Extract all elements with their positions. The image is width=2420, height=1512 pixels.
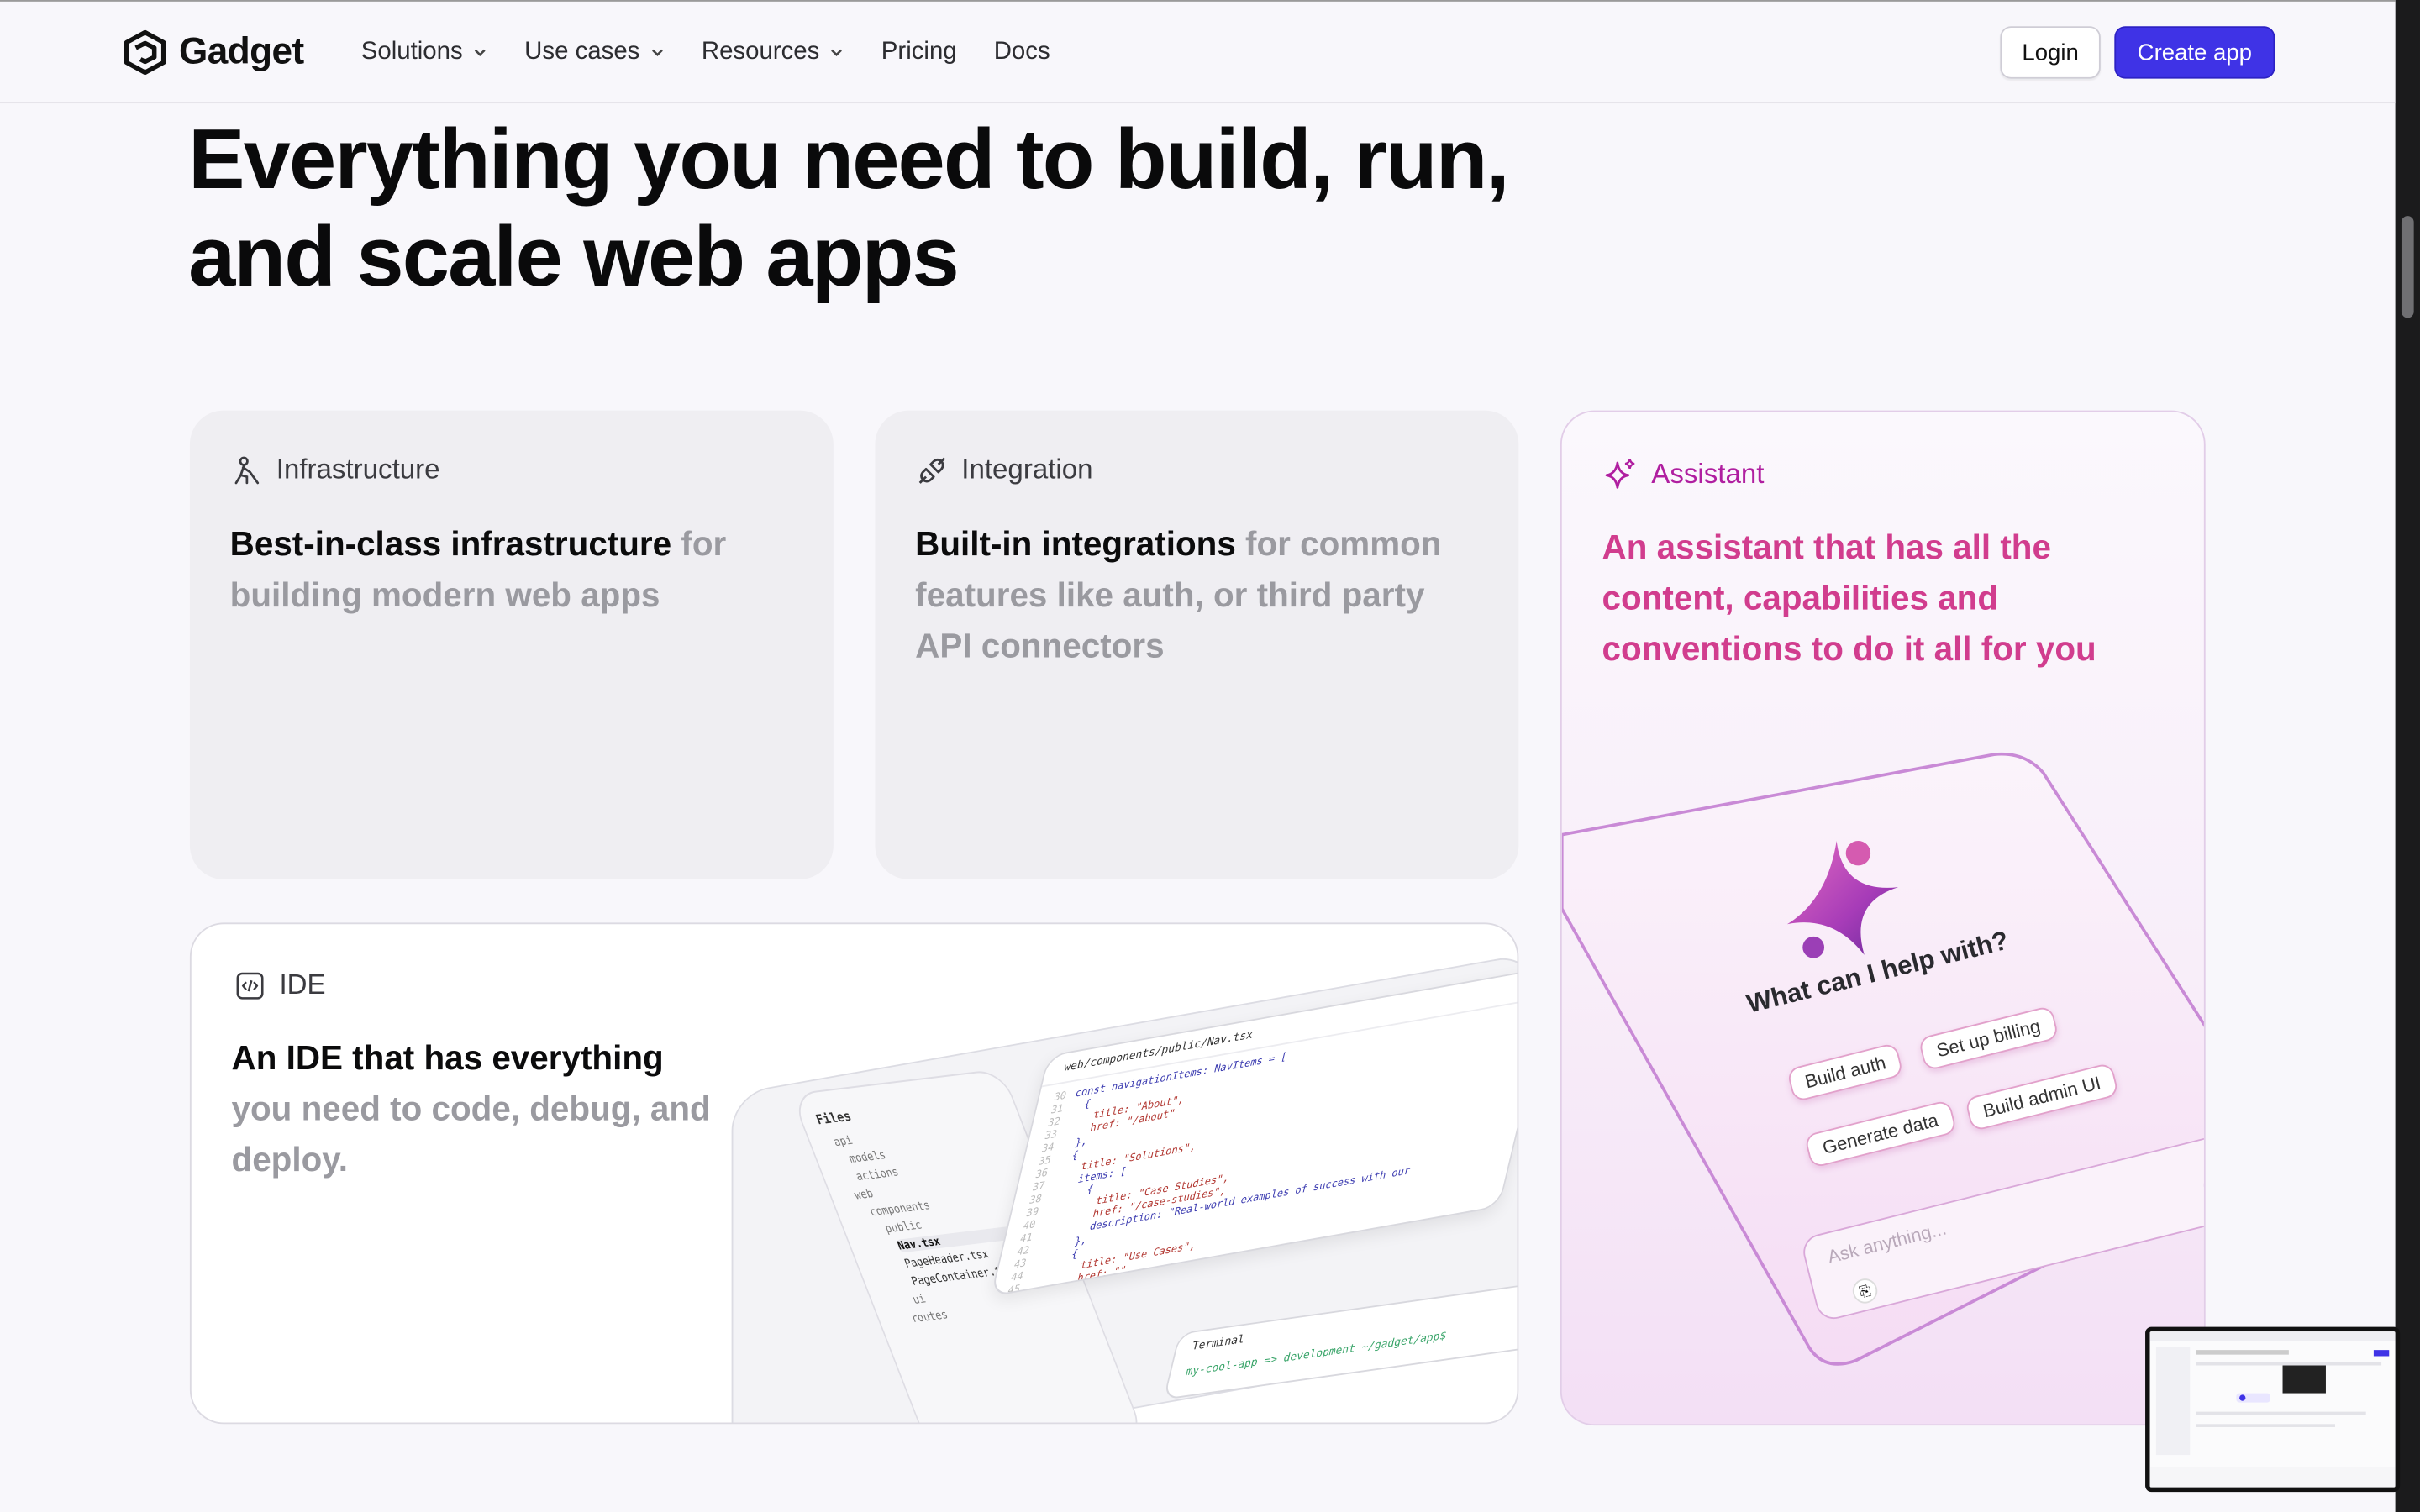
page-title-line1: Everything you need to build, run, xyxy=(188,111,1510,207)
card-description-bold: Best-in-class infrastructure xyxy=(229,524,672,564)
ide-card[interactable]: IDE An IDE that has everything you need … xyxy=(189,922,1519,1425)
top-nav: Gadget Solutions Use cases Resources Pri… xyxy=(0,0,2396,104)
card-label: IDE xyxy=(234,969,326,1001)
card-description: Best-in-class infrastructure for buildin… xyxy=(230,518,786,620)
nav-item-resources[interactable]: Resources xyxy=(702,39,844,66)
assistant-card[interactable]: Assistant An assistant that has all the … xyxy=(1560,410,2206,1426)
card-description-bold: Built-in integrations xyxy=(915,524,1236,564)
nav-item-use-cases[interactable]: Use cases xyxy=(524,39,665,66)
scrollbar-thumb[interactable] xyxy=(2401,216,2414,318)
preview-image xyxy=(2149,1331,2396,1488)
nav-item-label: Pricing xyxy=(881,38,957,66)
page-preview-thumbnail[interactable] xyxy=(2145,1326,2401,1493)
infrastructure-card[interactable]: Infrastructure Best-in-class infrastruct… xyxy=(189,410,834,879)
brand-name: Gadget xyxy=(179,30,304,73)
card-description: Built-in integrations for common feature… xyxy=(915,518,1486,671)
ide-illustration: Files api models actions web components … xyxy=(731,952,1518,1423)
card-description-rest: you need to code, debug, and deploy. xyxy=(231,1089,711,1179)
nav-item-label: Resources xyxy=(701,38,820,66)
chevron-down-icon xyxy=(474,49,486,57)
nav-item-label: Docs xyxy=(993,38,1050,66)
card-label: Infrastructure xyxy=(232,454,440,486)
card-label-text: IDE xyxy=(279,969,326,1000)
card-description-bold: An IDE that has everything xyxy=(231,1038,664,1078)
nav-item-label: Solutions xyxy=(360,38,463,66)
page: Gadget Solutions Use cases Resources Pri… xyxy=(0,0,2420,1512)
chevron-down-icon xyxy=(831,49,842,57)
card-label: Integration xyxy=(917,454,1093,486)
integration-card[interactable]: Integration Built-in integrations for co… xyxy=(875,410,1519,879)
card-description: An IDE that has everything you need to c… xyxy=(232,1032,734,1185)
chevron-down-icon xyxy=(651,49,663,57)
plug-icon xyxy=(918,456,946,483)
page-title: Everything you need to build, run, and s… xyxy=(188,111,1577,305)
nav-links: Solutions Use cases Resources Pricing Do… xyxy=(361,39,1087,66)
brand-logo[interactable]: Gadget xyxy=(122,29,304,76)
page-title-line2: and scale web apps xyxy=(188,207,960,304)
code-icon xyxy=(236,971,264,999)
nav-item-label: Use cases xyxy=(524,38,640,66)
nav-item-pricing[interactable]: Pricing xyxy=(881,39,957,66)
card-label-text: Infrastructure xyxy=(276,453,440,485)
attach-icon[interactable]: ⎘ xyxy=(1849,1276,1881,1306)
nav-item-docs[interactable]: Docs xyxy=(994,39,1050,66)
card-label-text: Integration xyxy=(961,453,1093,485)
nav-item-solutions[interactable]: Solutions xyxy=(361,39,487,66)
gadget-logo-icon xyxy=(124,29,166,76)
create-app-button[interactable]: Create app xyxy=(2114,26,2275,79)
worker-icon xyxy=(234,455,260,484)
login-button[interactable]: Login xyxy=(2000,26,2101,79)
